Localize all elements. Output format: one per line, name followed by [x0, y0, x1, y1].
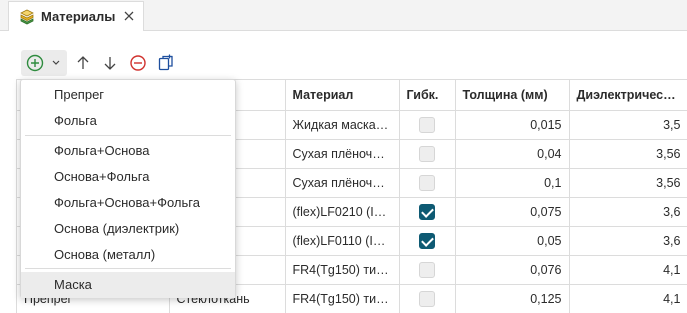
- row-dielectric-cell[interactable]: 3,5: [569, 110, 687, 140]
- row-material-cell[interactable]: Сухая плёночн…: [285, 168, 400, 198]
- toolbar: [0, 31, 687, 79]
- arrow-down-icon: [104, 57, 116, 70]
- row-flex-cell: [399, 197, 456, 227]
- row-dielectric-cell[interactable]: 3,56: [569, 139, 687, 169]
- add-layer-button[interactable]: [21, 50, 67, 76]
- flex-checkbox[interactable]: [419, 232, 435, 249]
- remove-layer-button[interactable]: [126, 51, 150, 75]
- close-icon[interactable]: [122, 9, 136, 23]
- row-flex-cell: [399, 139, 456, 169]
- add-layer-dropdown-menu: Препрег Фольга Фольга+Основа Основа+Фольга Ф…: [20, 79, 236, 298]
- tab-title: Материалы: [41, 9, 116, 24]
- materials-book-icon: [20, 9, 34, 25]
- row-dielectric-cell[interactable]: 4,1: [569, 284, 687, 313]
- menu-item[interactable]: Основа (диэлектрик): [21, 216, 235, 242]
- menu-item[interactable]: Основа+Фольга: [21, 164, 235, 190]
- row-material-cell[interactable]: FR4(Tg150) ти…: [285, 284, 400, 313]
- menu-item[interactable]: Основа (металл): [21, 242, 235, 268]
- column-header-material[interactable]: Материал: [285, 80, 400, 111]
- row-thickness-cell[interactable]: 0,015: [455, 110, 570, 140]
- move-up-button[interactable]: [71, 51, 95, 75]
- copy-icon: [158, 54, 173, 71]
- row-thickness-cell[interactable]: 0,076: [455, 255, 570, 285]
- row-material-cell[interactable]: (flex)LF0210 (I…: [285, 197, 400, 227]
- tab-bar: Материалы: [0, 0, 687, 31]
- menu-item[interactable]: Фольга: [21, 108, 235, 134]
- move-down-button[interactable]: [98, 51, 122, 75]
- plus-circle-icon: [26, 54, 44, 72]
- column-header-flex[interactable]: Гибк.: [399, 80, 456, 111]
- flex-checkbox[interactable]: [419, 261, 435, 278]
- row-material-cell[interactable]: (flex)LF0110 (IP…: [285, 226, 400, 256]
- row-flex-cell: [399, 110, 456, 140]
- tab-materials[interactable]: Материалы: [8, 1, 144, 31]
- arrow-up-icon: [77, 56, 89, 69]
- copy-button[interactable]: [154, 51, 178, 75]
- row-flex-cell: [399, 284, 456, 313]
- menu-item[interactable]: Фольга+Основа: [21, 138, 235, 164]
- minus-circle-icon: [130, 55, 146, 71]
- flex-checkbox[interactable]: [419, 174, 435, 191]
- row-dielectric-cell[interactable]: 3,6: [569, 197, 687, 227]
- chevron-down-icon: [52, 60, 60, 65]
- flex-checkbox[interactable]: [419, 203, 435, 220]
- row-dielectric-cell[interactable]: 4,1: [569, 255, 687, 285]
- row-flex-cell: [399, 226, 456, 256]
- row-thickness-cell[interactable]: 0,04: [455, 139, 570, 169]
- row-thickness-cell[interactable]: 0,1: [455, 168, 570, 198]
- menu-item[interactable]: Препрег: [21, 82, 235, 108]
- menu-separator: [25, 268, 231, 269]
- row-material-cell[interactable]: FR4(Tg150) ти…: [285, 255, 400, 285]
- menu-item[interactable]: Маска: [21, 272, 235, 298]
- row-material-cell[interactable]: Сухая плёночн…: [285, 139, 400, 169]
- row-dielectric-cell[interactable]: 3,56: [569, 168, 687, 198]
- column-header-dielectric[interactable]: Диэлектричес…: [569, 80, 687, 111]
- row-dielectric-cell[interactable]: 3,6: [569, 226, 687, 256]
- flex-checkbox[interactable]: [419, 290, 435, 307]
- menu-separator: [25, 135, 231, 136]
- row-thickness-cell[interactable]: 0,125: [455, 284, 570, 313]
- row-thickness-cell[interactable]: 0,05: [455, 226, 570, 256]
- row-flex-cell: [399, 255, 456, 285]
- row-thickness-cell[interactable]: 0,075: [455, 197, 570, 227]
- menu-item[interactable]: Фольга+Основа+Фольга: [21, 190, 235, 216]
- column-header-thickness[interactable]: Толщина (мм): [455, 80, 570, 111]
- row-flex-cell: [399, 168, 456, 198]
- flex-checkbox[interactable]: [419, 116, 435, 133]
- row-material-cell[interactable]: Жидкая маска…: [285, 110, 400, 140]
- flex-checkbox[interactable]: [419, 145, 435, 162]
